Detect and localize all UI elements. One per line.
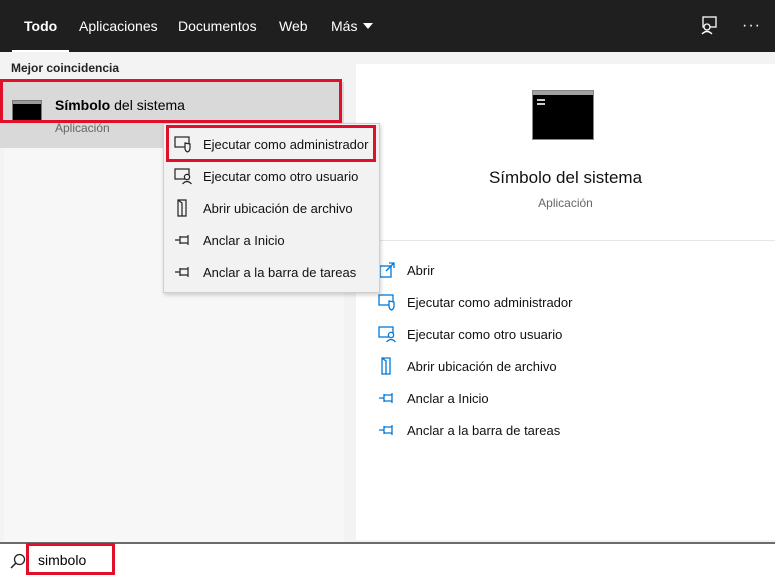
- best-match-subtitle: Aplicación: [55, 121, 110, 135]
- pin-icon: [175, 267, 189, 277]
- context-anclar-inicio-label: Anclar a Inicio: [203, 232, 285, 248]
- context-anclar-barra-label: Anclar a la barra de tareas: [203, 264, 357, 280]
- action-ejecutar-otro[interactable]: Ejecutar como otro usuario: [378, 324, 562, 344]
- context-ejecutar-admin-label: Ejecutar como administrador: [203, 136, 369, 152]
- action-ejecutar-admin-label: Ejecutar como administrador: [407, 294, 573, 310]
- search-icon: [10, 553, 26, 569]
- context-ejecutar-otro[interactable]: Ejecutar como otro usuario: [174, 166, 358, 186]
- user-run-icon: [174, 168, 192, 185]
- command-prompt-large-icon: [532, 90, 594, 140]
- open-icon: [379, 262, 395, 278]
- action-ejecutar-otro-label: Ejecutar como otro usuario: [407, 326, 563, 342]
- search-bar: [0, 542, 775, 575]
- tab-mas[interactable]: Más: [331, 0, 374, 52]
- action-anclar-barra-label: Anclar a la barra de tareas: [407, 422, 561, 438]
- tab-todo[interactable]: Todo: [11, 0, 70, 52]
- top-tab-bar: Todo Aplicaciones Documentos Web Más ···: [0, 0, 775, 52]
- context-abrir-ubicacion-label: Abrir ubicación de archivo: [203, 200, 353, 216]
- file-location-icon: [177, 199, 187, 217]
- command-prompt-icon: [12, 100, 42, 122]
- details-divider: [356, 240, 775, 241]
- pin-icon: [379, 393, 393, 403]
- more-options-icon[interactable]: ···: [742, 0, 761, 52]
- file-location-icon: [381, 357, 391, 375]
- search-input[interactable]: [32, 548, 116, 572]
- chevron-down-icon: [363, 23, 374, 29]
- tab-web[interactable]: Web: [279, 0, 308, 52]
- action-abrir-label: Abrir: [407, 262, 435, 278]
- user-run-icon: [378, 326, 396, 343]
- pin-icon: [175, 235, 189, 245]
- action-anclar-barra[interactable]: Anclar a la barra de tareas: [378, 420, 560, 440]
- pin-icon: [379, 425, 393, 435]
- details-pane: Símbolo del sistema Aplicación Abrir Eje…: [356, 64, 775, 540]
- action-ejecutar-admin[interactable]: Ejecutar como administrador: [378, 292, 572, 312]
- context-anclar-inicio[interactable]: Anclar a Inicio: [174, 230, 285, 250]
- shield-icon: [378, 294, 395, 311]
- details-subtitle: Aplicación: [538, 196, 593, 210]
- action-abrir-ubicacion[interactable]: Abrir ubicación de archivo: [378, 356, 557, 376]
- feedback-icon[interactable]: [698, 14, 720, 36]
- context-menu: Ejecutar como administrador Ejecutar com…: [163, 123, 380, 293]
- context-ejecutar-admin[interactable]: Ejecutar como administrador: [174, 134, 368, 154]
- action-anclar-inicio-label: Anclar a Inicio: [407, 390, 489, 406]
- action-abrir-ubicacion-label: Abrir ubicación de archivo: [407, 358, 557, 374]
- action-anclar-inicio[interactable]: Anclar a Inicio: [378, 388, 489, 408]
- shield-icon: [174, 136, 191, 153]
- action-abrir[interactable]: Abrir: [378, 260, 434, 280]
- context-ejecutar-otro-label: Ejecutar como otro usuario: [203, 168, 359, 184]
- best-match-title-rest: del sistema: [110, 97, 185, 113]
- best-match-title: Símbolo del sistema: [55, 97, 185, 113]
- tab-documentos[interactable]: Documentos: [178, 0, 257, 52]
- details-title: Símbolo del sistema: [488, 168, 643, 187]
- best-match-heading: Mejor coincidencia: [11, 61, 120, 75]
- tab-mas-label: Más: [331, 18, 358, 34]
- context-anclar-barra[interactable]: Anclar a la barra de tareas: [174, 262, 356, 282]
- tab-aplicaciones[interactable]: Aplicaciones: [79, 0, 158, 52]
- best-match-title-bold: Símbolo: [55, 97, 111, 113]
- context-abrir-ubicacion[interactable]: Abrir ubicación de archivo: [174, 198, 353, 218]
